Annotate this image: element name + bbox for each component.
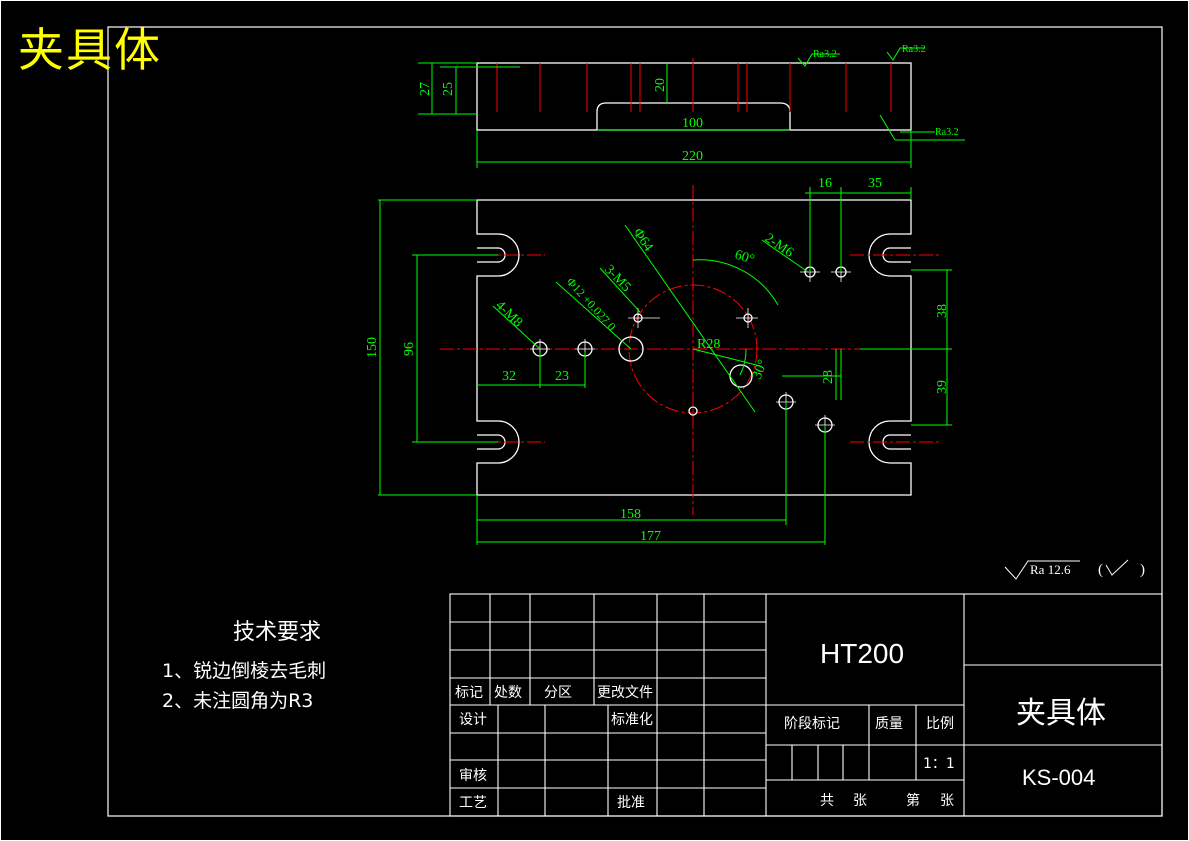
tech-requirements-title: 技术要求 [233,620,322,645]
label-ratio: 比例 [926,716,954,732]
svg-text:23: 23 [555,369,569,384]
svg-text:R28: R28 [697,337,720,352]
svg-text:27: 27 [418,82,433,96]
label-design: 设计 [459,712,487,728]
top-view: 27 25 20 100 220 Ra3.2 Ra3.2 Ra3.2 [418,44,965,168]
svg-text:20: 20 [653,78,668,92]
label-change-doc: 更改文件 [597,685,653,701]
label-weight: 质量 [875,716,903,732]
svg-text:30°: 30° [750,358,771,382]
label-nth: 第 [906,793,920,809]
svg-text:Ra3.2: Ra3.2 [813,49,837,60]
svg-text:): ) [1140,562,1145,578]
plan-view: 16 35 150 96 38 39 28 32 23 158 177 Φ64 … [365,176,952,545]
label-process: 工艺 [459,795,487,811]
svg-text:Ra 12.6: Ra 12.6 [1030,562,1071,577]
drawing-canvas: 27 25 20 100 220 Ra3.2 Ra3.2 Ra3.2 16 35… [0,0,1189,841]
label-approve: 批准 [617,795,645,811]
svg-text:96: 96 [402,342,417,356]
scale-value: 1：1 [923,756,955,772]
roughness-symbol: Ra 12.6 ( ) [1004,559,1145,580]
label-stage-mark: 阶段标记 [784,716,840,732]
svg-text:Ra3.2: Ra3.2 [935,127,959,138]
svg-text:220: 220 [682,149,703,164]
part-name: 夹具体 [1016,696,1106,731]
svg-text:Φ64: Φ64 [630,226,656,254]
label-sheets: 张 [853,793,867,809]
sheet-title-tag: 夹具体 [18,23,162,77]
svg-text:158: 158 [620,507,641,522]
drawing-number: KS-004 [1022,765,1096,790]
svg-text:177: 177 [640,529,661,544]
svg-text:(: ( [1098,562,1103,578]
tech-requirement-item: 2、未注圆角为R3 [162,690,314,712]
svg-text:100: 100 [682,116,703,131]
svg-text:28: 28 [821,370,836,384]
svg-text:39: 39 [935,380,950,394]
svg-text:35: 35 [868,176,882,191]
label-standardize: 标准化 [611,712,653,728]
svg-text:25: 25 [441,82,456,96]
svg-text:60°: 60° [733,248,756,268]
label-mark: 标记 [455,685,483,701]
label-review: 审核 [459,768,487,784]
svg-text:3-M5: 3-M5 [601,262,633,295]
label-sheets: 张 [940,793,954,809]
label-count: 处数 [494,685,522,701]
label-total: 共 [820,793,834,809]
svg-text:16: 16 [818,176,832,191]
label-zone: 分区 [544,685,572,701]
svg-text:Ra3.2: Ra3.2 [902,44,926,55]
svg-text:2-M6: 2-M6 [762,231,796,261]
svg-text:38: 38 [935,304,950,318]
svg-text:Φ12 +0.027 0: Φ12 +0.027 0 [564,275,619,334]
sheet-outer-border [0,0,1189,841]
material-value: HT200 [820,638,905,669]
svg-text:4-M8: 4-M8 [492,298,525,330]
tech-requirement-item: 1、锐边倒棱去毛刺 [162,660,327,682]
svg-text:150: 150 [365,337,380,358]
svg-text:32: 32 [502,369,516,384]
